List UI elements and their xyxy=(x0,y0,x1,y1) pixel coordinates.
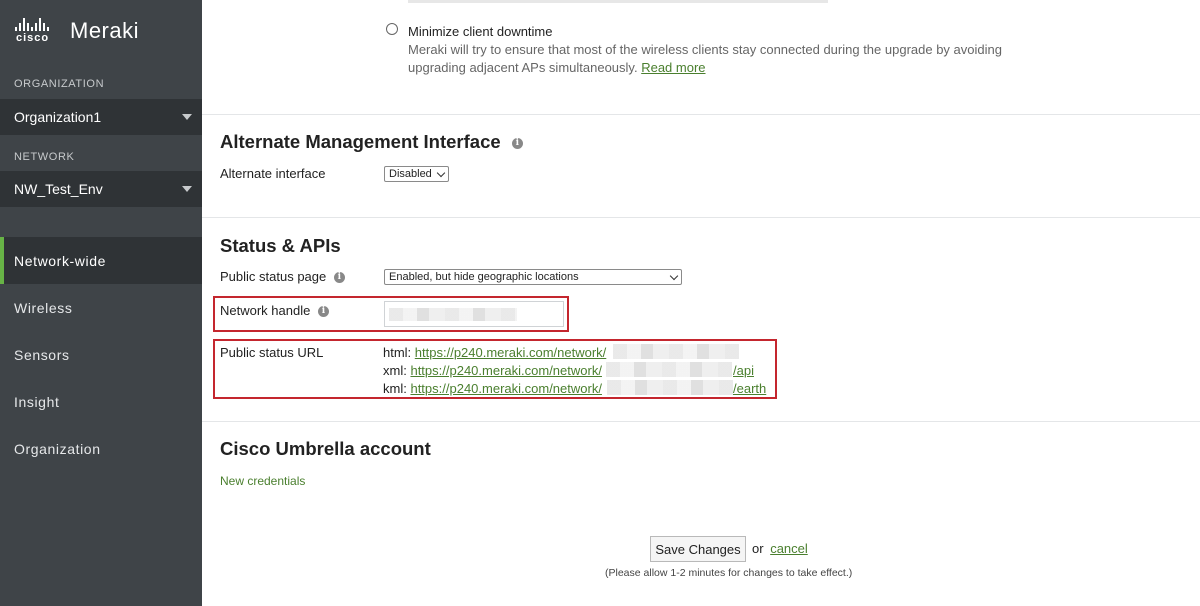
read-more-link[interactable]: Read more xyxy=(641,60,705,75)
sidebar-item-label: Organization xyxy=(14,440,101,457)
html-url-link[interactable]: https://p240.meraki.com/network/ xyxy=(415,345,606,360)
info-icon[interactable]: i xyxy=(333,272,345,284)
sidebar-item-label: Sensors xyxy=(14,346,70,363)
sidebar: cisco Meraki ORGANIZATION Organization1 … xyxy=(0,0,202,606)
html-prefix: html: xyxy=(383,345,412,360)
alt-interface-label: Alternate interface xyxy=(220,166,326,181)
redacted-value xyxy=(606,362,732,377)
organization-label: ORGANIZATION xyxy=(14,78,105,90)
minimize-downtime-label: Minimize client downtime xyxy=(408,24,553,39)
public-url-label: Public status URL xyxy=(220,345,324,360)
sidebar-item-wireless[interactable]: Wireless xyxy=(0,284,202,331)
info-icon[interactable]: i xyxy=(317,306,329,318)
xml-url-link[interactable]: https://p240.meraki.com/network/ xyxy=(410,363,601,378)
chevron-down-icon xyxy=(182,186,192,192)
sidebar-item-label: Insight xyxy=(14,393,60,410)
cisco-wordmark: cisco xyxy=(16,32,50,44)
minimize-downtime-description: Meraki will try to ensure that most of t… xyxy=(408,42,1002,57)
xml-url-row: xml: https://p240.meraki.com/network/ xyxy=(383,363,602,378)
description-text: upgrading adjacent APs simultaneously. xyxy=(408,60,638,75)
chevron-down-icon xyxy=(436,168,446,178)
alt-interface-select[interactable]: Disabled xyxy=(384,166,449,182)
network-selector[interactable]: NW_Test_Env xyxy=(0,171,202,207)
organization-selector[interactable]: Organization1 xyxy=(0,99,202,135)
network-handle-label-text: Network handle xyxy=(220,303,311,318)
main-content: Minimize client downtime Meraki will try… xyxy=(202,0,1200,606)
info-icon[interactable]: i xyxy=(511,137,523,149)
xml-prefix: xml: xyxy=(383,363,407,378)
alt-interface-value: Disabled xyxy=(389,168,432,180)
sidebar-item-network-wide[interactable]: Network-wide xyxy=(0,237,202,284)
sidebar-item-label: Network-wide xyxy=(14,252,106,269)
product-name: Meraki xyxy=(70,18,140,43)
cancel-link[interactable]: cancel xyxy=(770,541,808,556)
kml-prefix: kml: xyxy=(383,381,407,396)
cisco-logo-icon: cisco xyxy=(14,18,60,44)
network-handle-input[interactable] xyxy=(384,301,564,327)
kml-url-row: kml: https://p240.meraki.com/network/ xyxy=(383,381,602,396)
sidebar-item-label: Wireless xyxy=(14,299,73,316)
scrolled-text-fragment xyxy=(408,0,828,3)
save-button[interactable]: Save Changes xyxy=(650,536,746,562)
brand[interactable]: cisco Meraki xyxy=(14,16,139,46)
chevron-down-icon xyxy=(182,114,192,120)
xml-suffix: /api xyxy=(733,363,754,378)
network-handle-label: Network handle i xyxy=(220,303,329,318)
public-status-label-text: Public status page xyxy=(220,269,327,284)
chevron-down-icon xyxy=(669,271,679,281)
public-status-label: Public status page i xyxy=(220,269,345,284)
sidebar-item-sensors[interactable]: Sensors xyxy=(0,331,202,378)
network-value: NW_Test_Env xyxy=(14,181,103,197)
save-cancel-row: or cancel xyxy=(752,541,808,556)
kml-suffix-link[interactable]: /earth xyxy=(733,381,766,396)
redacted-value xyxy=(607,380,733,395)
public-status-select[interactable]: Enabled, but hide geographic locations xyxy=(384,269,682,285)
new-credentials-link[interactable]: New credentials xyxy=(220,474,305,488)
minimize-downtime-radio[interactable] xyxy=(386,23,398,35)
html-url-row: html: https://p240.meraki.com/network/ xyxy=(383,345,606,360)
new-credentials-wrap: New credentials xyxy=(220,474,305,488)
organization-value: Organization1 xyxy=(14,109,102,125)
section-title-alt-mgmt: Alternate Management Interface i xyxy=(220,131,523,153)
section-title-status-apis: Status & APIs xyxy=(220,235,341,256)
kml-url-link[interactable]: https://p240.meraki.com/network/ xyxy=(410,381,601,396)
xml-suffix-link[interactable]: /api xyxy=(733,363,754,378)
changes-note: (Please allow 1-2 minutes for changes to… xyxy=(605,567,853,579)
public-status-value: Enabled, but hide geographic locations xyxy=(389,271,579,283)
kml-suffix: /earth xyxy=(733,381,766,396)
network-label: NETWORK xyxy=(14,151,75,163)
sidebar-item-organization[interactable]: Organization xyxy=(0,425,202,472)
redacted-value xyxy=(613,344,739,359)
sidebar-item-insight[interactable]: Insight xyxy=(0,378,202,425)
alt-mgmt-title: Alternate Management Interface xyxy=(220,131,501,152)
divider xyxy=(202,421,1200,422)
section-title-umbrella: Cisco Umbrella account xyxy=(220,438,431,459)
divider xyxy=(202,217,1200,218)
divider xyxy=(202,114,1200,115)
minimize-downtime-description-2: upgrading adjacent APs simultaneously. R… xyxy=(408,60,706,75)
redacted-value xyxy=(389,308,517,321)
or-text: or xyxy=(752,541,764,556)
